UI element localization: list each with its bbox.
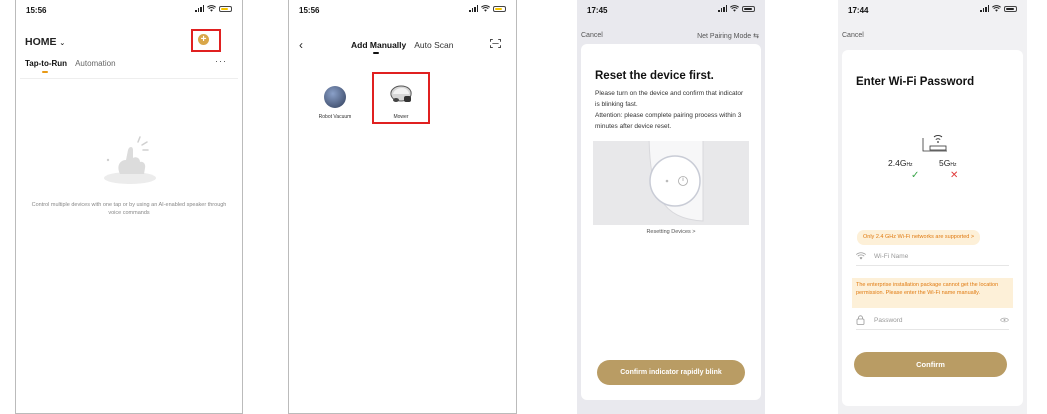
- highlight-box: [191, 29, 221, 52]
- battery-icon: [219, 5, 232, 12]
- reset-device-screen: 17:45 Cancel Net Pairing Mode ⇆ Reset th…: [577, 0, 765, 414]
- add-device-screen: 15:56 ‹ Add Manually Auto Scan Robot Vac…: [288, 0, 517, 414]
- status-icons: [469, 5, 506, 12]
- status-icons: [980, 5, 1017, 12]
- signal-icon: [195, 5, 204, 12]
- cross-icon: ✕: [950, 170, 959, 181]
- wifi-name-input[interactable]: Wi-Fi Name: [874, 253, 908, 260]
- tap-hand-icon: [104, 136, 156, 184]
- wifi-icon: [730, 5, 739, 12]
- back-chevron-icon[interactable]: ‹: [299, 38, 303, 52]
- freq-5-label: 5GHz: [939, 158, 956, 168]
- wifi-icon: [481, 5, 490, 12]
- wifi-name-field[interactable]: Wi-Fi Name: [856, 248, 1009, 266]
- cancel-button[interactable]: Cancel: [842, 32, 864, 39]
- more-icon[interactable]: ···: [215, 56, 227, 66]
- freq-24-value: 2.4G: [888, 158, 907, 168]
- check-icon: ✓: [911, 170, 920, 181]
- signal-icon: [718, 5, 727, 12]
- freq-24-unit: Hz: [906, 162, 913, 168]
- status-time: 17:45: [587, 6, 608, 15]
- eye-icon[interactable]: [1000, 317, 1009, 323]
- lock-icon: [856, 315, 865, 325]
- device-label: Robot Vacuum: [318, 114, 352, 120]
- device-reset-image: [648, 141, 704, 222]
- divider: [20, 78, 238, 79]
- confirm-button[interactable]: Confirm: [854, 352, 1007, 377]
- status-time: 17:44: [848, 6, 869, 15]
- wifi-icon: [856, 252, 866, 260]
- signal-icon: [980, 5, 989, 12]
- battery-icon: [1004, 5, 1017, 12]
- pairing-mode-switch[interactable]: Net Pairing Mode ⇆: [697, 32, 759, 40]
- highlight-box: [372, 72, 430, 124]
- tab-underline: [42, 71, 48, 73]
- tab-automation[interactable]: Automation: [75, 59, 115, 68]
- wifi-password-screen: 17:44 Cancel Enter Wi-Fi Password 2.4GHz…: [838, 0, 1027, 414]
- battery-icon: [742, 5, 755, 12]
- password-field[interactable]: Password: [856, 312, 1009, 330]
- reset-card: Reset the device first. Please turn on t…: [581, 44, 761, 400]
- location-permission-warning: The enterprise installation package cann…: [852, 278, 1013, 308]
- scan-icon[interactable]: [490, 39, 501, 48]
- cancel-button[interactable]: Cancel: [581, 32, 603, 39]
- signal-icon: [469, 5, 478, 12]
- status-bar: 17:44: [838, 0, 1027, 20]
- home-screen: 15:56 HOME ⌄ + Tap-to-Run Automation ···…: [15, 0, 243, 414]
- tab-tap-to-run[interactable]: Tap-to-Run: [25, 59, 67, 68]
- reset-title: Reset the device first.: [595, 70, 714, 82]
- device-illustration: [593, 141, 749, 225]
- status-time: 15:56: [299, 6, 320, 15]
- password-input[interactable]: Password: [874, 317, 903, 324]
- only-24ghz-notice[interactable]: Only 2.4 GHz Wi-Fi networks are supporte…: [857, 230, 981, 245]
- freq-5-unit: Hz: [950, 162, 957, 168]
- confirm-blink-button[interactable]: Confirm indicator rapidly blink: [597, 360, 745, 385]
- freq-5-value: 5G: [939, 158, 951, 168]
- chevron-down-icon: ⌄: [59, 40, 66, 47]
- scene-tabs: Tap-to-Run Automation: [25, 59, 116, 68]
- status-icons: [718, 5, 755, 12]
- router-icon: [922, 135, 947, 152]
- freq-24-label: 2.4GHz: [888, 158, 913, 168]
- robot-vacuum-icon: [324, 86, 346, 108]
- status-bar: 17:45: [577, 0, 765, 20]
- status-bar: 15:56: [16, 0, 242, 20]
- resetting-devices-link[interactable]: Resetting Devices >: [581, 229, 761, 235]
- battery-icon: [493, 5, 506, 12]
- status-icons: [195, 5, 232, 12]
- wifi-icon: [992, 5, 1001, 12]
- status-time: 15:56: [26, 6, 47, 15]
- status-bar: 15:56: [289, 0, 516, 20]
- tab-add-manually[interactable]: Add Manually: [351, 40, 406, 50]
- wifi-icon: [207, 5, 216, 12]
- tab-underline: [373, 52, 379, 54]
- home-title: HOME: [25, 36, 57, 48]
- reset-description: Please turn on the device and confirm th…: [595, 90, 744, 130]
- wifi-title: Enter Wi-Fi Password: [856, 76, 975, 88]
- empty-state-text: Control multiple devices with one tap or…: [31, 202, 227, 216]
- tab-auto-scan[interactable]: Auto Scan: [414, 40, 453, 50]
- home-selector[interactable]: HOME ⌄: [25, 36, 65, 48]
- add-mode-tabs: Add Manually Auto Scan: [351, 40, 454, 50]
